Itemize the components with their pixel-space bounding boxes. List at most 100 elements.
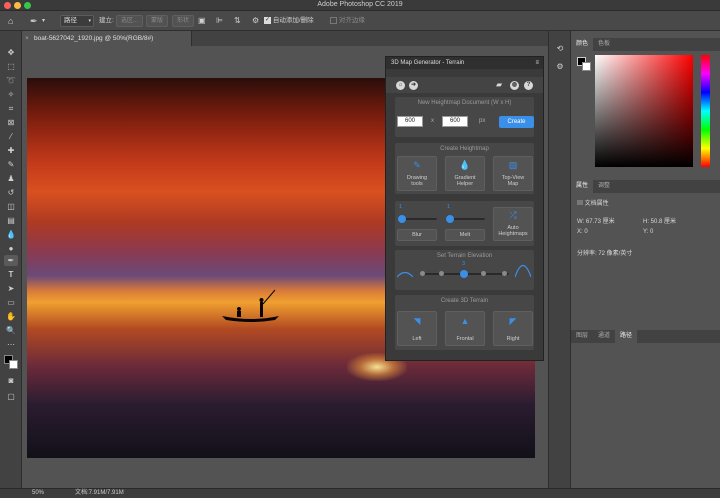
melt-slider[interactable]	[446, 215, 485, 223]
width-input[interactable]: 600	[397, 116, 423, 127]
type-tool-icon[interactable]: T	[4, 269, 18, 280]
frame-tool-icon[interactable]: ⊠	[4, 117, 18, 128]
lasso-tool-icon[interactable]: ➰	[4, 75, 18, 86]
tab-channels[interactable]: 通道	[593, 330, 615, 343]
low-terrain-icon	[397, 271, 413, 278]
crop-tool-icon[interactable]: ⌗	[4, 103, 18, 114]
w-value: 67.73 厘米	[585, 219, 615, 225]
blur-slider-knob[interactable]	[398, 215, 406, 223]
pen-tool-icon[interactable]: ✒	[4, 255, 18, 266]
background-color-swatch[interactable]	[9, 360, 18, 369]
auto-heightmaps-button[interactable]: ⤮ Auto Heightmaps	[493, 207, 533, 241]
zoom-tool-icon[interactable]: 🔍	[4, 325, 18, 336]
document-size[interactable]: 文档:7.91M/7.91M	[75, 489, 124, 498]
mode-select[interactable]: 路径 ▾	[60, 15, 94, 27]
pen-tool-icon[interactable]: ✒	[30, 15, 38, 27]
tab-swatches[interactable]: 色板	[593, 38, 615, 51]
auto-add-checkbox[interactable]: ✓ 自动添加/删除	[264, 15, 314, 27]
help-icon[interactable]: ?	[524, 81, 533, 90]
mask-button[interactable]: 蒙版	[146, 15, 169, 27]
arrow-right-icon[interactable]: ➜	[409, 81, 418, 90]
section-title: Create Heightmap	[440, 146, 489, 152]
quick-mask-icon[interactable]: ◙	[4, 375, 18, 386]
move-tool-icon[interactable]: ✥	[4, 47, 18, 58]
home-icon[interactable]: ⌂	[396, 81, 405, 90]
home-icon[interactable]: ⌂	[8, 15, 13, 27]
clone-stamp-tool-icon[interactable]: ♟	[4, 173, 18, 184]
zoom-level[interactable]: 50%	[32, 489, 44, 498]
chevron-down-icon: ▾	[42, 18, 46, 24]
drawing-tools-button[interactable]: ✎ Drawing tools	[397, 156, 437, 191]
eyedropper-tool-icon[interactable]: ⁄	[4, 131, 18, 142]
terrain-left-button[interactable]: ◥ Left	[397, 311, 437, 346]
hand-tool-icon[interactable]: ✋	[4, 311, 18, 322]
blur-tool-icon[interactable]: 💧	[4, 229, 18, 240]
tab-color[interactable]: 颜色	[571, 38, 594, 51]
top-view-map-button[interactable]: ▨ Top-View Map	[493, 156, 533, 191]
checkbox-checked-icon: ✓	[264, 16, 271, 24]
brush-tool-icon[interactable]: ✎	[4, 159, 18, 170]
blur-value: 1	[399, 204, 403, 210]
magic-wand-tool-icon[interactable]: ✧	[4, 89, 18, 100]
document-tab[interactable]: × boat-5627042_1920.jpg @ 50%(RGB/8#)	[22, 31, 192, 46]
pencil-icon: ✎	[413, 160, 421, 170]
history-panel-icon[interactable]: ⟲	[553, 43, 567, 54]
align-edges-label: 对齐边缘	[338, 17, 365, 24]
document-properties-text: 文档属性	[584, 201, 609, 207]
gradient-tool-icon[interactable]: ▤	[4, 215, 18, 226]
x-label: X:	[577, 229, 583, 235]
shape-button[interactable]: 形状	[172, 15, 195, 27]
y-value: 0	[650, 229, 654, 235]
boat-silhouette-image	[222, 289, 279, 322]
more-tools-icon[interactable]: ⋯	[4, 339, 18, 350]
selection-button[interactable]: 选区...	[116, 15, 144, 27]
width-property: W: 67.73 厘米	[577, 216, 615, 225]
document-tab-title: boat-5627042_1920.jpg @ 50%(RGB/8#)	[34, 35, 154, 42]
align-edges-checkbox[interactable]: 对齐边缘	[330, 15, 365, 27]
melt-button[interactable]: Melt	[445, 229, 485, 241]
rectangle-tool-icon[interactable]: ▭	[4, 297, 18, 308]
marquee-tool-icon[interactable]: ⬚	[4, 61, 18, 72]
adjust-panel-icon[interactable]: ⚙	[553, 61, 567, 72]
window-title: Adobe Photoshop CC 2019	[317, 1, 403, 8]
elevation-slider-knob[interactable]	[460, 270, 468, 278]
tab-properties[interactable]: 属性	[571, 180, 594, 193]
color-picker-field[interactable]	[595, 55, 693, 167]
history-brush-tool-icon[interactable]: ↺	[4, 187, 18, 198]
screen-mode-icon[interactable]: ▢	[4, 391, 18, 402]
bg-color-chip[interactable]	[582, 62, 591, 71]
path-arrangement-icon[interactable]: ⇅	[234, 15, 241, 27]
gear-icon[interactable]: ⚙	[252, 15, 259, 27]
path-selection-tool-icon[interactable]: ➤	[4, 283, 18, 294]
plugin-title: 3D Map Generator - Terrain ≡	[386, 57, 543, 69]
tab-adjustments[interactable]: 调整	[593, 180, 615, 193]
terrain-frontal-button[interactable]: ▲ Frontal	[445, 311, 485, 346]
globe-icon[interactable]: ◍	[510, 81, 519, 90]
document-tabbar: × boat-5627042_1920.jpg @ 50%(RGB/8#)	[22, 31, 548, 46]
gradient-helper-button[interactable]: 💧 Gradient Helper	[445, 156, 485, 191]
eraser-tool-icon[interactable]: ◫	[4, 201, 18, 212]
left-label: Left	[412, 336, 422, 342]
x-value: 0	[584, 229, 588, 235]
elevation-slider[interactable]	[420, 270, 509, 278]
blur-slider[interactable]	[398, 215, 437, 223]
path-operations-icon[interactable]: ▣	[198, 15, 206, 27]
close-tab-icon[interactable]: ×	[25, 31, 29, 46]
hue-slider[interactable]	[701, 55, 710, 167]
dodge-tool-icon[interactable]: ●	[4, 243, 18, 254]
plugin-nav: ⌂ ➜ ▰ ◍ ?	[386, 77, 543, 93]
tab-layers[interactable]: 图层	[571, 330, 593, 343]
panel-menu-icon[interactable]: ≡	[535, 57, 539, 69]
terrain-right-button[interactable]: ◤ Right	[493, 311, 533, 346]
tab-paths[interactable]: 路径	[615, 330, 638, 343]
path-alignment-icon[interactable]: ⊫	[216, 15, 223, 27]
create-document-button[interactable]: Create	[499, 116, 534, 128]
height-input[interactable]: 600	[442, 116, 468, 127]
healing-brush-tool-icon[interactable]: ✚	[4, 145, 18, 156]
blur-button[interactable]: Blur	[397, 229, 437, 241]
unit-label: px	[479, 118, 486, 124]
folder-icon[interactable]: ▰	[496, 80, 502, 89]
y-property: Y: 0	[643, 229, 653, 235]
melt-slider-knob[interactable]	[446, 215, 454, 223]
window-titlebar: Adobe Photoshop CC 2019	[0, 0, 720, 11]
